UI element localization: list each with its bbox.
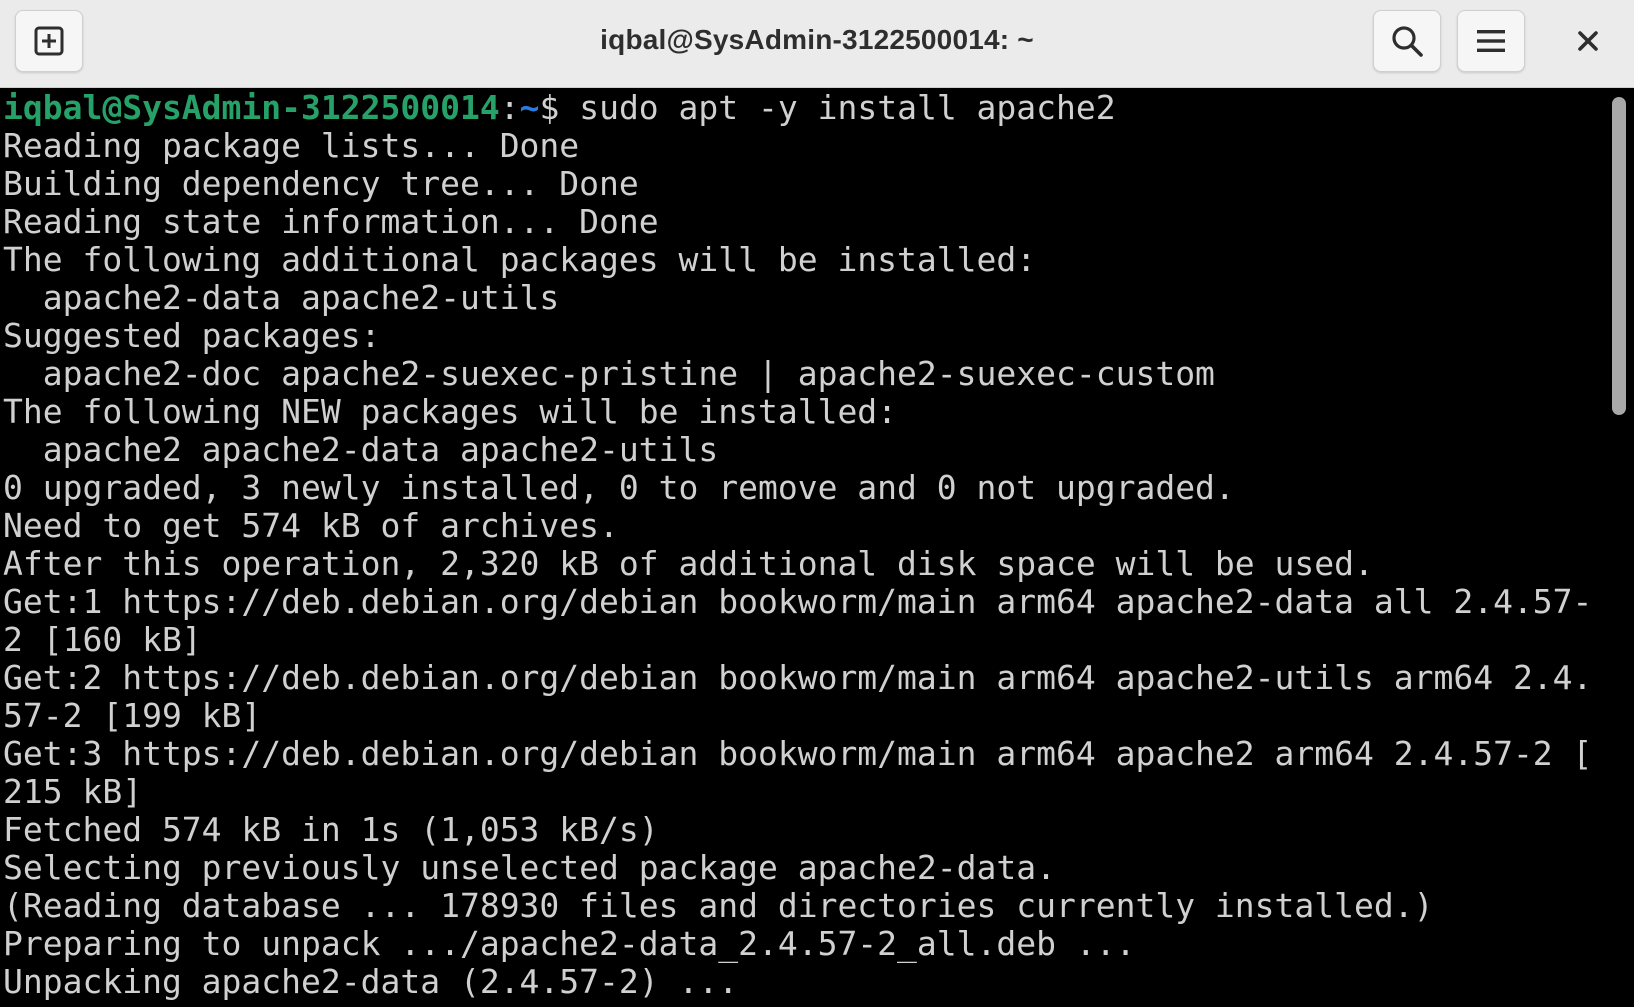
- close-button[interactable]: [1556, 10, 1620, 72]
- terminal-output-line: 57-2 [199 kB]: [3, 696, 262, 735]
- terminal-output-line: Reading package lists... Done: [3, 126, 580, 165]
- prompt-symbol: $: [539, 89, 580, 127]
- terminal-output-line: 0 upgraded, 3 newly installed, 0 to remo…: [3, 468, 1235, 507]
- scrollbar[interactable]: [1604, 89, 1634, 1007]
- terminal-output-line: 215 kB]: [3, 772, 143, 811]
- terminal-output-line: The following NEW packages will be insta…: [3, 392, 898, 431]
- terminal-window: iqbal@SysAdmin-3122500014: ~ iqbal@SysAd…: [0, 0, 1634, 1007]
- hamburger-menu-icon: [1475, 27, 1507, 55]
- command-text: sudo apt -y install apache2: [579, 89, 1116, 127]
- terminal-output-line: apache2 apache2-data apache2-utils: [3, 430, 719, 469]
- search-button[interactable]: [1373, 10, 1441, 72]
- scrollbar-thumb[interactable]: [1612, 97, 1626, 415]
- terminal-output-line: Building dependency tree... Done: [3, 164, 639, 203]
- prompt-user-host: iqbal@SysAdmin-3122500014: [3, 89, 500, 127]
- terminal-output-line: Preparing to unpack .../apache2-data_2.4…: [3, 924, 1136, 963]
- close-icon: [1577, 30, 1599, 52]
- terminal-output-line: apache2-data apache2-utils: [3, 278, 560, 317]
- command-prompt-line: iqbal@SysAdmin-3122500014:~$ sudo apt -y…: [3, 89, 1116, 127]
- terminal-output-line: After this operation, 2,320 kB of additi…: [3, 544, 1374, 583]
- terminal-output-line: apache2-doc apache2-suexec-pristine | ap…: [3, 354, 1215, 393]
- title-bar[interactable]: iqbal@SysAdmin-3122500014: ~: [0, 0, 1634, 88]
- prompt-separator: :: [499, 89, 520, 127]
- terminal-output[interactable]: iqbal@SysAdmin-3122500014:~$ sudo apt -y…: [0, 89, 1604, 1007]
- terminal-output-line: Get:3 https://deb.debian.org/debian book…: [3, 734, 1593, 773]
- prompt-path: ~: [519, 89, 540, 127]
- terminal-output-line: Suggested packages:: [3, 316, 381, 355]
- terminal-output-line: Get:2 https://deb.debian.org/debian book…: [3, 658, 1593, 697]
- terminal-output-line: Fetched 574 kB in 1s (1,053 kB/s): [3, 810, 659, 849]
- terminal-output-line: Get:1 https://deb.debian.org/debian book…: [3, 582, 1593, 621]
- terminal-output-line: Need to get 574 kB of archives.: [3, 506, 619, 545]
- terminal-output-line: Selecting previously unselected package …: [3, 848, 1056, 887]
- terminal-output-line: The following additional packages will b…: [3, 240, 1037, 279]
- terminal-output-line: 2 [160 kB]: [3, 620, 202, 659]
- terminal-output-line: Unpacking apache2-data (2.4.57-2) ...: [3, 962, 739, 1001]
- terminal-output-line: (Reading database ... 178930 files and d…: [3, 886, 1434, 925]
- terminal-output-line: Reading state information... Done: [3, 202, 659, 241]
- menu-button[interactable]: [1457, 10, 1525, 72]
- search-icon: [1390, 24, 1424, 58]
